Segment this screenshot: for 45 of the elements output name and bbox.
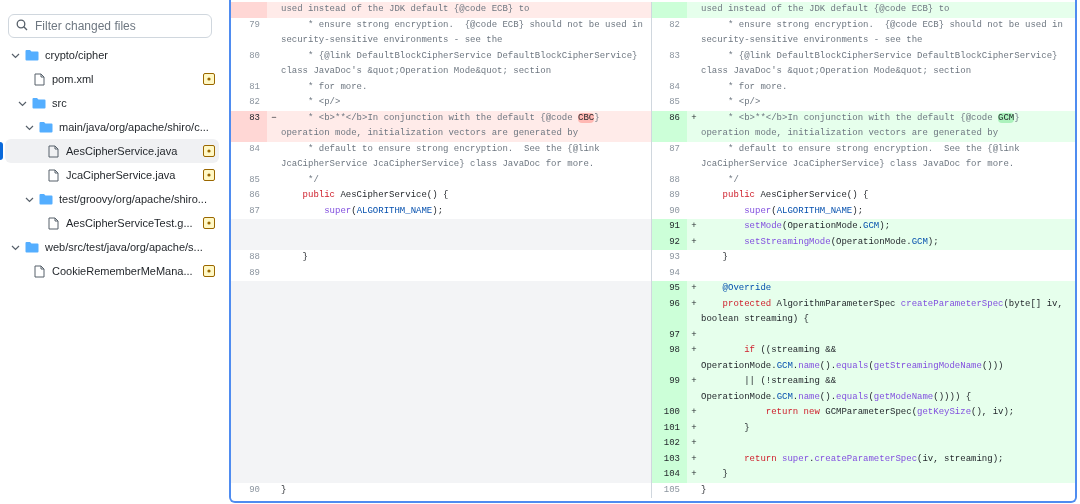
diff-marker: +	[687, 296, 701, 328]
folder-icon	[39, 121, 53, 133]
search-field[interactable]: Filter changed files	[8, 14, 212, 38]
line-number: 99	[651, 374, 687, 405]
folder-item[interactable]: main/java/org/apache/shiro/c...	[5, 115, 219, 139]
diff-marker: +	[687, 281, 701, 297]
file-item[interactable]: pom.xml	[5, 67, 219, 91]
file-item[interactable]: JcaCipherService.java	[5, 163, 219, 187]
folder-item[interactable]: crypto/cipher	[5, 43, 219, 67]
line-number-gutter	[651, 2, 687, 18]
folder-item[interactable]: test/groovy/org/apache/shiro...	[5, 187, 219, 211]
file-icon	[47, 216, 59, 230]
folder-icon	[32, 97, 46, 109]
line-number: 86	[651, 110, 687, 142]
diff-marker: +	[687, 405, 701, 421]
folder-icon	[25, 49, 39, 61]
line-number: 102	[651, 436, 687, 452]
line-number: 91	[651, 219, 687, 235]
line-number: 104	[651, 467, 687, 483]
diff-marker: +	[687, 374, 701, 405]
line-number: 100	[651, 405, 687, 421]
line-number: 98	[651, 343, 687, 374]
line-number-gutter	[231, 2, 267, 18]
diff-marker: +	[687, 110, 701, 142]
line-number: 95	[651, 281, 687, 297]
search-icon	[16, 19, 28, 31]
file-icon	[33, 72, 45, 86]
folder-item[interactable]: src	[5, 91, 219, 115]
diff-marker: +	[687, 436, 701, 452]
diff-marker: +	[687, 343, 701, 374]
diff-marker: +	[687, 467, 701, 483]
line-number: 83	[231, 110, 267, 142]
file-item[interactable]: AesCipherServiceTest.g...	[5, 211, 219, 235]
folder-icon	[25, 241, 39, 253]
diff-marker: −	[267, 110, 281, 142]
file-icon	[47, 144, 59, 158]
line-number: 96	[651, 296, 687, 328]
file-icon	[33, 264, 45, 278]
selection-indicator	[0, 142, 3, 160]
file-icon	[47, 168, 59, 182]
file-item[interactable]: CookieRememberMeMana...	[5, 259, 219, 283]
file-item[interactable]: AesCipherService.java	[5, 139, 219, 163]
folder-item[interactable]: web/src/test/java/org/apache/s...	[5, 235, 219, 259]
folder-icon	[39, 193, 53, 205]
diff-marker: +	[687, 219, 701, 235]
